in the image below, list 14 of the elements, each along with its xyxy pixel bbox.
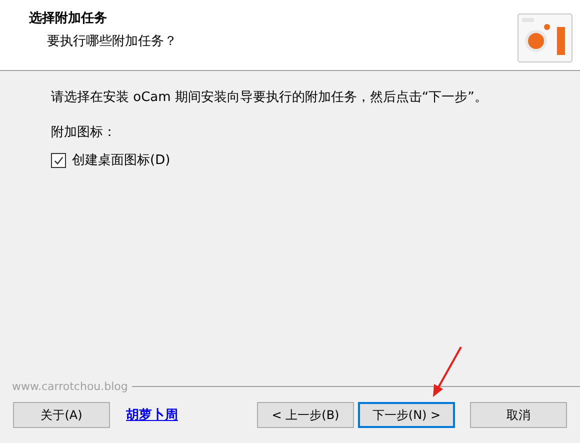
instruction-text: 请选择在安装 oCam 期间安装向导要执行的附加任务，然后点击“下一步”。 [51,89,488,106]
next-button[interactable]: 下一步(N) > [358,402,455,428]
annotation-arrow [430,346,464,398]
about-button[interactable]: 关于(A) [13,402,110,428]
group-label: 附加图标： [51,124,116,141]
brand-text: www.carrotchou.blog [12,380,128,393]
website-link[interactable]: 胡萝卜周 [126,406,178,424]
page-title: 选择附加任务 [29,10,108,27]
back-button[interactable]: < 上一步(B) [257,402,354,428]
camera-logo-icon [517,11,573,63]
page-subtitle: 要执行哪些附加任务？ [46,33,177,50]
desktop-icon-checkbox[interactable]: 创建桌面图标(D) [51,151,170,169]
cancel-button[interactable]: 取消 [470,402,567,428]
checkmark-icon [53,154,64,166]
